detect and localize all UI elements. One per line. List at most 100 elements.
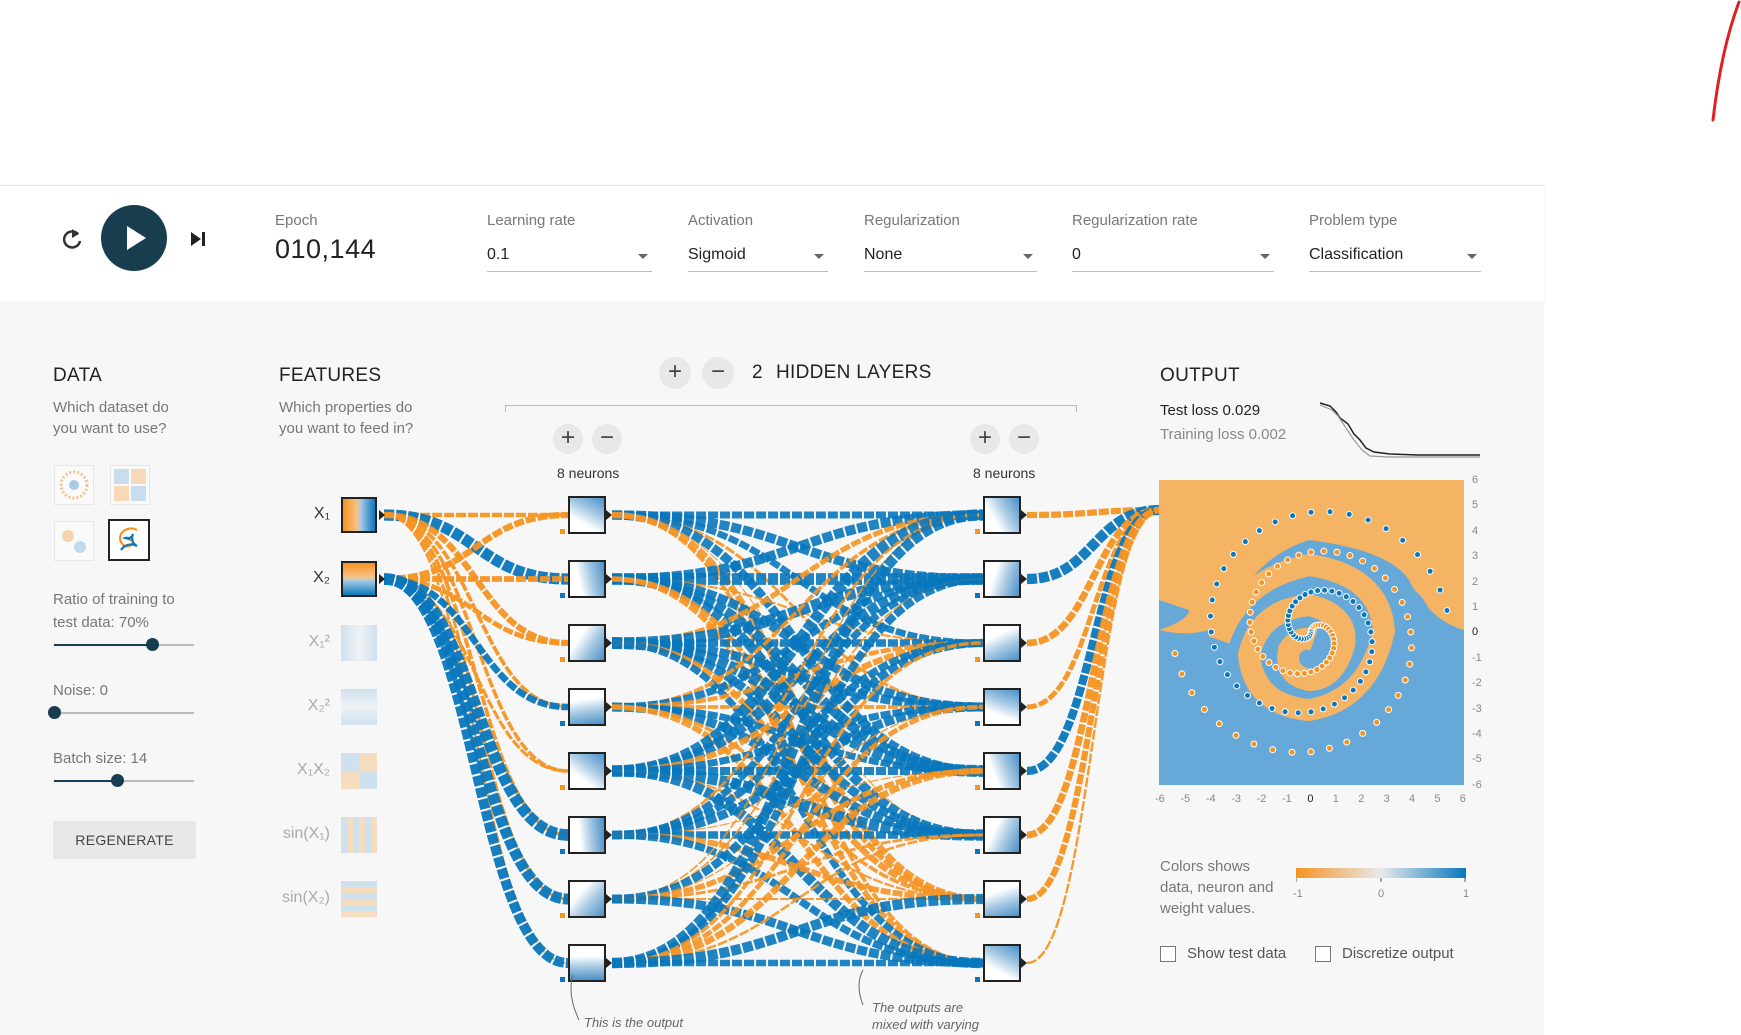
neuron-layer1[interactable] xyxy=(568,688,606,726)
data-point xyxy=(1258,579,1266,587)
note-mixed-line1: The outputs are xyxy=(872,1000,964,1015)
data-point xyxy=(1320,547,1328,555)
neuron-layer1[interactable] xyxy=(568,816,606,854)
feature-toggle[interactable] xyxy=(341,817,377,853)
feature-toggle[interactable] xyxy=(341,625,377,661)
bias-indicator xyxy=(975,529,980,534)
data-point xyxy=(1359,729,1367,737)
data-point xyxy=(1382,525,1390,533)
neuron-layer1[interactable] xyxy=(568,880,606,918)
data-point xyxy=(1364,516,1372,524)
data-point xyxy=(1271,518,1279,526)
neuron-layer2[interactable] xyxy=(983,752,1021,790)
caret-right-icon xyxy=(606,894,612,904)
neuron-layer2[interactable] xyxy=(983,880,1021,918)
caret-right-icon xyxy=(606,702,612,712)
data-point xyxy=(1404,613,1412,621)
data-point xyxy=(1233,682,1241,690)
neuron-layer2[interactable] xyxy=(983,944,1021,982)
training-loss: Training loss 0.002 xyxy=(1160,426,1287,443)
feature-label: X₂ xyxy=(313,569,330,586)
data-point xyxy=(1330,700,1338,708)
caret-right-icon xyxy=(606,766,612,776)
y-tick-label: -5 xyxy=(1472,753,1482,766)
y-tick-label: 0 xyxy=(1472,626,1479,639)
data-point xyxy=(1268,704,1276,712)
x-tick-label: -3 xyxy=(1231,793,1241,805)
data-point xyxy=(1307,548,1315,556)
caret-right-icon xyxy=(606,510,612,520)
caret-right-icon xyxy=(1021,702,1027,712)
neuron-layer2[interactable] xyxy=(983,560,1021,598)
data-point xyxy=(1207,628,1215,636)
y-tick-label: -4 xyxy=(1472,728,1482,740)
neuron-layer2[interactable] xyxy=(983,688,1021,726)
data-point xyxy=(1208,596,1216,604)
neuron-layer2[interactable] xyxy=(983,496,1021,534)
data-point xyxy=(1401,676,1409,684)
x-tick-label: -6 xyxy=(1155,793,1165,805)
data-point xyxy=(1345,510,1353,518)
caret-right-icon xyxy=(1021,766,1027,776)
connection-line xyxy=(611,513,984,837)
discretize-output-checkbox[interactable] xyxy=(1315,946,1331,962)
neuron-layer1[interactable] xyxy=(568,496,606,534)
neuron-layer1[interactable] xyxy=(568,560,606,598)
feature-toggle[interactable] xyxy=(341,753,377,789)
data-point xyxy=(1265,658,1273,666)
neuron-layer2[interactable] xyxy=(983,624,1021,662)
data-point xyxy=(1314,587,1322,595)
neuron-layer1[interactable] xyxy=(568,752,606,790)
caret-right-icon xyxy=(1021,510,1027,520)
neuron-layer2[interactable] xyxy=(983,816,1021,854)
data-point xyxy=(1385,706,1393,714)
feature-toggle[interactable] xyxy=(341,881,377,917)
data-point xyxy=(1293,670,1301,678)
data-point xyxy=(1436,586,1444,594)
caret-right-icon xyxy=(606,958,612,968)
data-point xyxy=(1265,570,1273,578)
data-point xyxy=(1328,587,1336,595)
data-point xyxy=(1252,588,1260,596)
bias-indicator xyxy=(975,977,980,982)
data-point xyxy=(1229,550,1237,558)
y-tick-label: 6 xyxy=(1472,474,1479,486)
y-tick-label: -6 xyxy=(1472,778,1482,791)
caret-right-icon xyxy=(606,830,612,840)
bias-indicator xyxy=(975,849,980,854)
data-point xyxy=(1250,740,1258,748)
x-tick-label: -5 xyxy=(1180,793,1191,805)
data-point xyxy=(1220,565,1228,573)
legend-text-line3: weight values. xyxy=(1160,900,1256,917)
data-point xyxy=(1321,586,1329,594)
data-point xyxy=(1394,691,1402,699)
feature-label: X₁ xyxy=(313,505,330,522)
feature-toggle[interactable] xyxy=(341,497,377,533)
x-tick-label: 4 xyxy=(1409,793,1416,805)
red-pen-mark xyxy=(1711,0,1741,122)
feature-toggle[interactable] xyxy=(341,689,377,725)
neuron-layer1[interactable] xyxy=(568,624,606,662)
show-test-data-label: Show test data xyxy=(1187,945,1287,962)
data-point xyxy=(1216,658,1224,666)
data-point xyxy=(1215,720,1223,728)
y-tick-label: 2 xyxy=(1472,575,1479,588)
caret-right-icon xyxy=(606,574,612,584)
bias-indicator xyxy=(975,785,980,790)
data-point xyxy=(1259,652,1267,660)
data-point xyxy=(1213,580,1221,588)
data-point xyxy=(1288,748,1296,756)
data-point xyxy=(1255,699,1263,707)
data-point xyxy=(1269,746,1277,754)
data-point xyxy=(1341,694,1349,702)
data-point xyxy=(1254,645,1262,653)
data-point xyxy=(1355,604,1363,612)
data-point xyxy=(1398,598,1406,606)
legend-text-line1: Colors shows xyxy=(1160,858,1251,875)
feature-toggle[interactable] xyxy=(341,561,377,597)
caret-right-icon xyxy=(1021,830,1027,840)
y-tick-label: -3 xyxy=(1472,702,1482,715)
data-point xyxy=(1319,705,1327,713)
show-test-data-checkbox[interactable] xyxy=(1160,946,1176,962)
bias-indicator xyxy=(560,721,565,726)
